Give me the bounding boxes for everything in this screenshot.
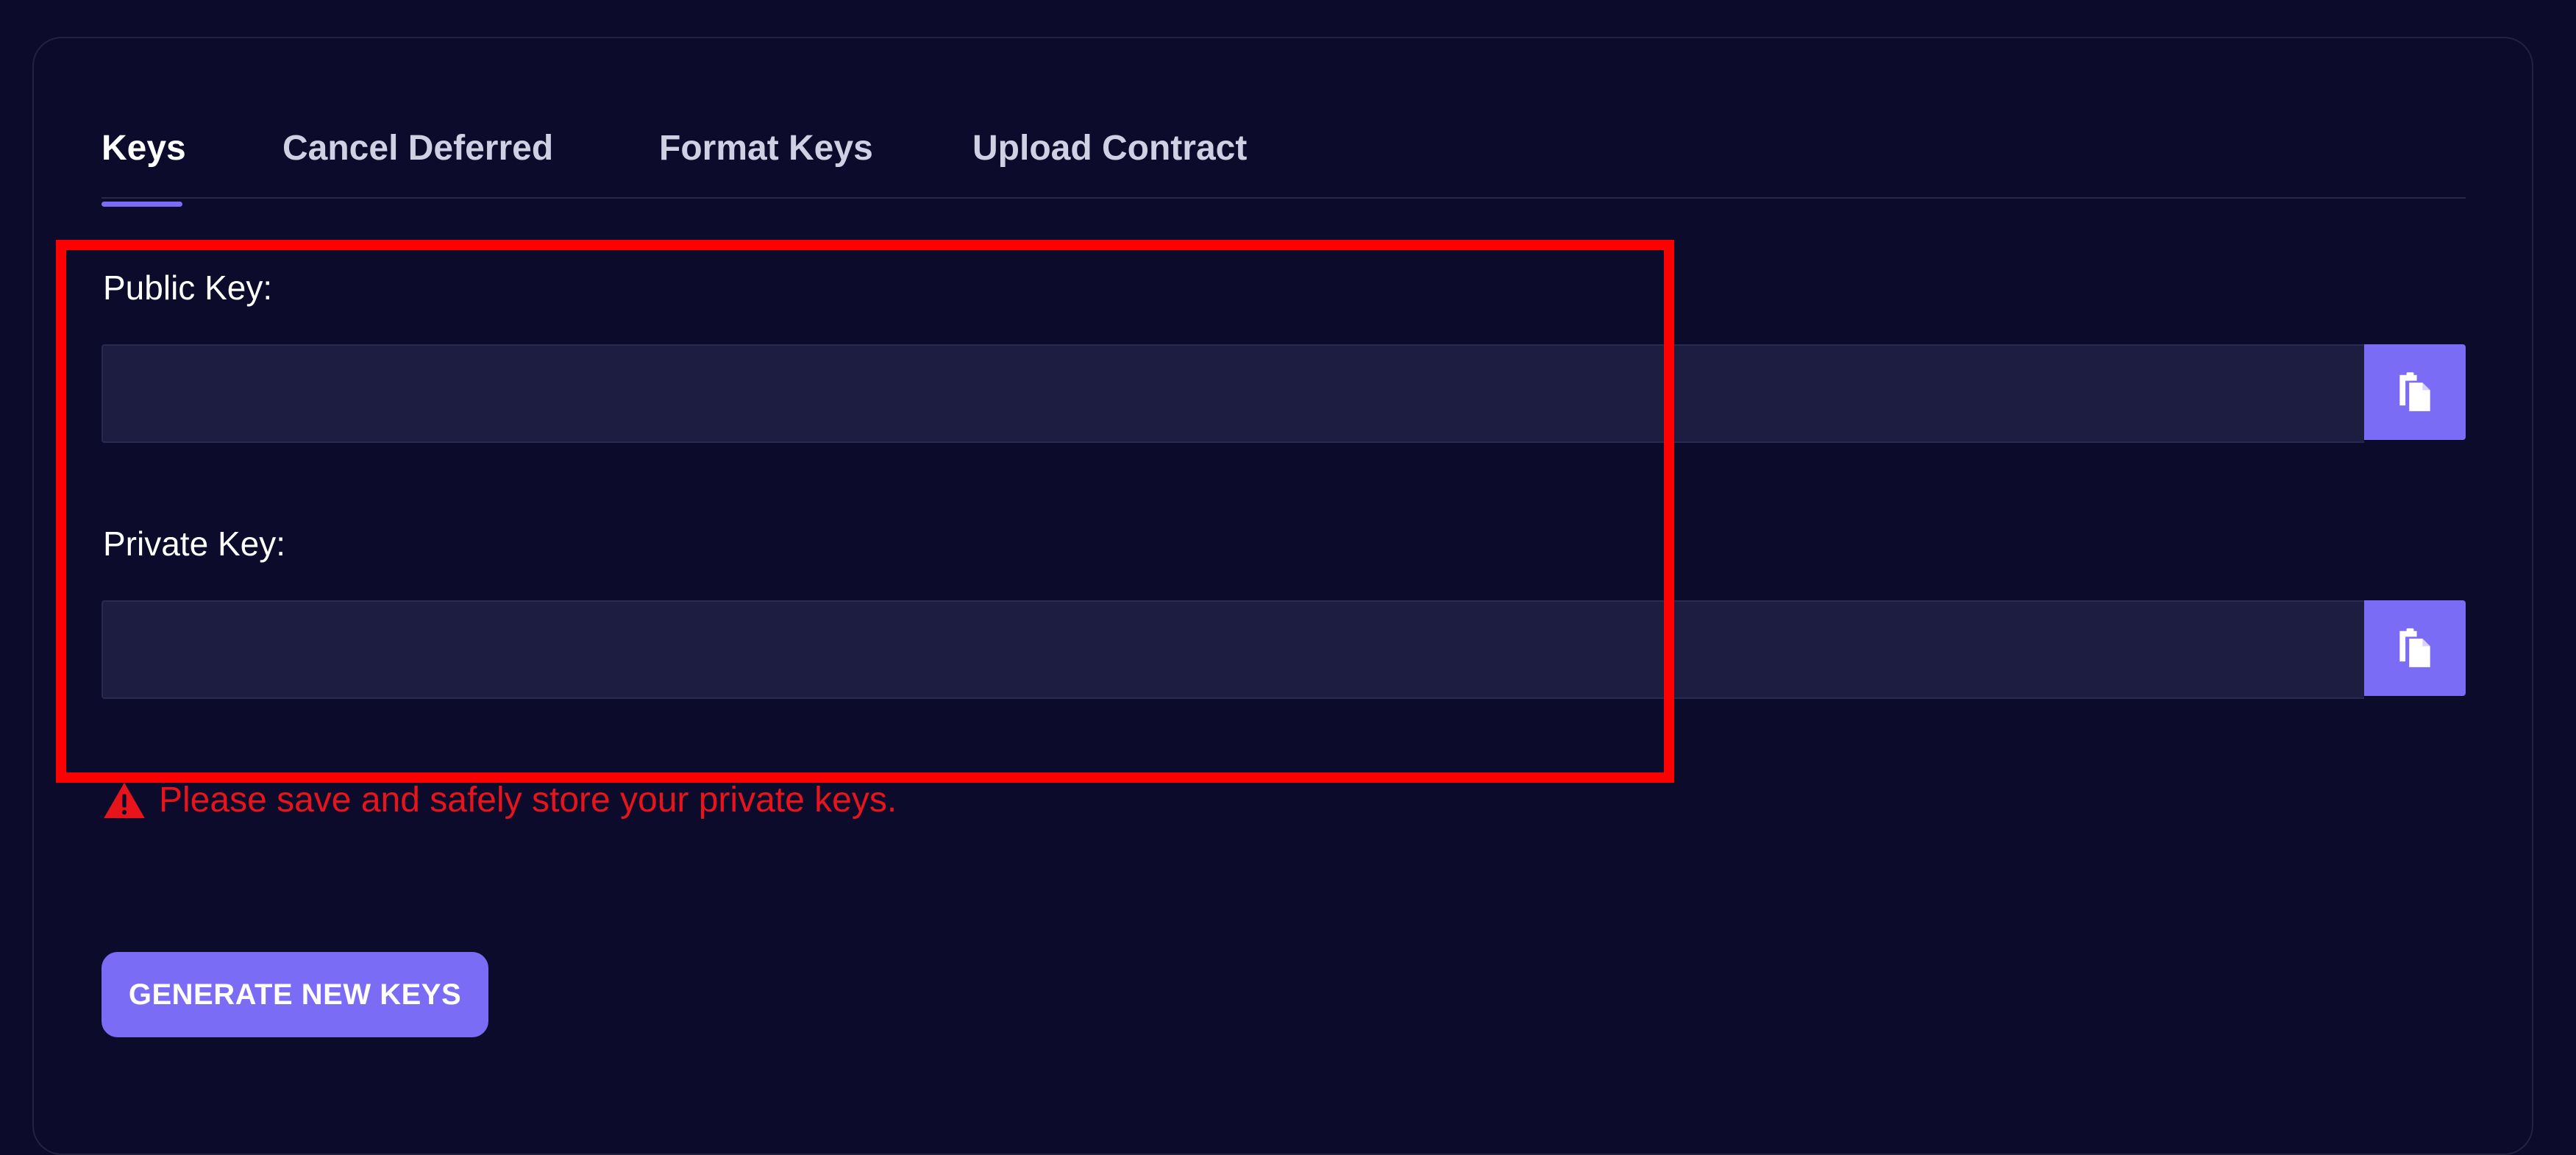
public-key-label: Public Key:: [103, 269, 273, 307]
warning-message: Please save and safely store your privat…: [103, 780, 897, 820]
private-key-copy-button[interactable]: [2364, 600, 2466, 696]
generate-new-keys-button[interactable]: GENERATE NEW KEYS: [102, 952, 488, 1037]
tab-bar: Keys Cancel Deferred Format Keys Upload …: [102, 118, 2466, 207]
public-key-copy-button[interactable]: [2364, 344, 2466, 440]
private-key-input[interactable]: [102, 600, 2364, 699]
tab-upload-contract[interactable]: Upload Contract: [972, 128, 1247, 168]
tab-upload-contract-label: Upload Contract: [972, 129, 1248, 168]
active-tab-indicator: [102, 202, 182, 207]
copy-icon: [2399, 372, 2430, 411]
tab-cancel-deferred[interactable]: Cancel Deferred: [282, 128, 553, 168]
tab-keys[interactable]: Keys: [102, 128, 186, 207]
copy-icon: [2399, 628, 2430, 667]
private-key-field-group: [102, 600, 2466, 699]
public-key-field-group: [102, 344, 2466, 443]
tab-cancel-deferred-label: Cancel Deferred: [282, 129, 554, 168]
private-key-label: Private Key:: [103, 525, 285, 563]
public-key-input[interactable]: [102, 344, 2364, 443]
warning-icon: [104, 782, 145, 818]
tab-format-keys[interactable]: Format Keys: [659, 128, 873, 168]
tab-format-keys-label: Format Keys: [659, 129, 873, 168]
tab-keys-label: Keys: [102, 129, 186, 168]
warning-text: Please save and safely store your privat…: [159, 781, 897, 820]
